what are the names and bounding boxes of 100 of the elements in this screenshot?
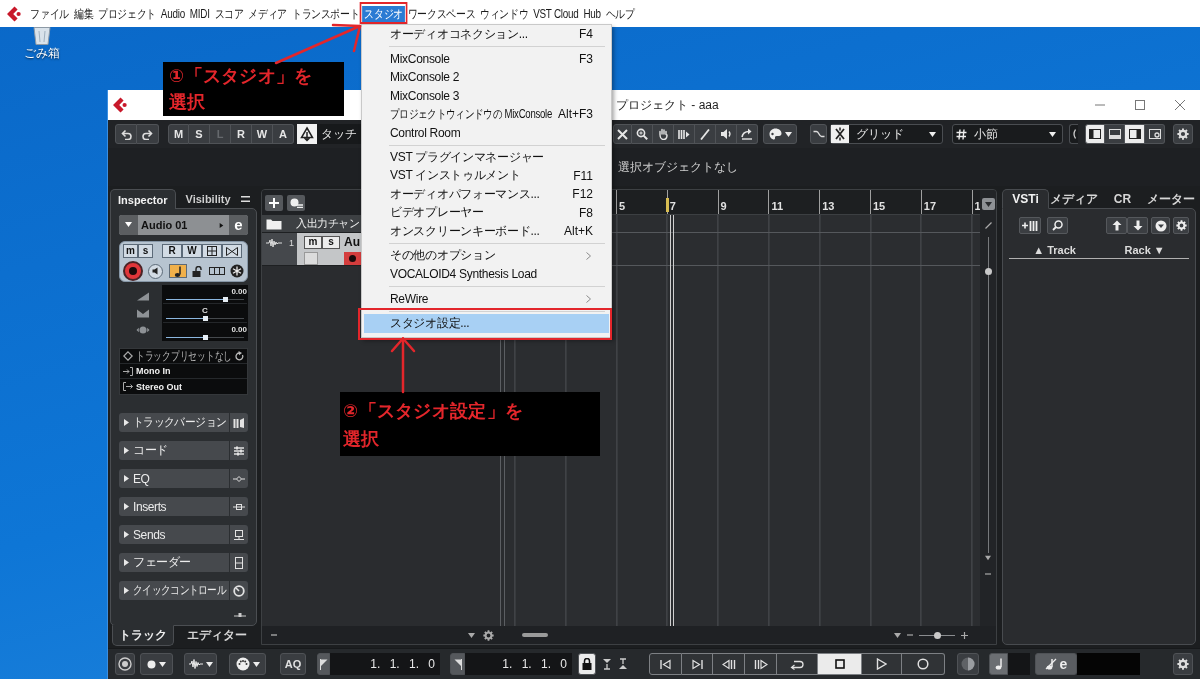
comp-tool-button[interactable]	[674, 124, 695, 144]
panel-tab[interactable]: Inspector	[110, 189, 176, 209]
menu-option[interactable]: VOCALOID4 Synthesis Load	[364, 265, 609, 284]
draw-tool-button[interactable]	[695, 124, 716, 144]
menu-option[interactable]: MixConsole 3	[364, 86, 609, 105]
tempo-field[interactable]	[1008, 653, 1030, 675]
menu-item[interactable]: ウィンドウ	[477, 5, 531, 22]
color-tool-dropdown[interactable]	[763, 124, 797, 144]
menu-option[interactable]: その他のオプション	[364, 246, 609, 265]
menu-icon[interactable]	[241, 196, 250, 202]
lower-zone-button[interactable]	[1105, 124, 1125, 144]
mute-tool-button[interactable]	[613, 124, 632, 144]
pan-slider[interactable]	[166, 316, 244, 321]
snap-type-dropdown[interactable]: グリッド	[830, 124, 943, 144]
mute-button[interactable]: m	[304, 235, 322, 249]
right-zone-button[interactable]	[1125, 124, 1145, 144]
menu-option[interactable]: Control Room	[364, 123, 609, 142]
audio-mode-dropdown[interactable]	[184, 653, 217, 675]
section-header[interactable]: クイックコントロール	[119, 581, 248, 600]
menu-option[interactable]: ビデオプレーヤー F8	[364, 203, 609, 222]
up-triangle-stem-icon[interactable]	[618, 658, 628, 670]
move-up-button[interactable]	[1106, 217, 1127, 234]
menu-option[interactable]: MixConsole F3	[364, 49, 609, 68]
zoom-presets-button[interactable]	[981, 198, 995, 210]
add-track-button[interactable]	[265, 194, 283, 211]
toggle-button[interactable]: W	[252, 124, 273, 144]
toggle-button[interactable]: R	[231, 124, 252, 144]
vertical-zoom-slider[interactable]	[983, 237, 993, 553]
tempo-button[interactable]	[989, 653, 1008, 675]
panel-tab[interactable]: メーター	[1146, 189, 1196, 209]
volume-slider[interactable]	[166, 297, 244, 302]
right-locator-button[interactable]	[450, 653, 465, 675]
section-header[interactable]: EQ	[119, 469, 248, 488]
solo-button[interactable]: s	[138, 244, 153, 258]
panel-tab[interactable]: VSTi	[1002, 189, 1049, 209]
write-button[interactable]: W	[182, 244, 202, 258]
folder-track[interactable]: 入出力チャン	[262, 215, 361, 233]
read-button[interactable]: R	[162, 244, 182, 258]
output-routing[interactable]: Stereo Out	[136, 381, 182, 392]
menu-item[interactable]: 編集	[71, 5, 96, 22]
menu-item[interactable]: プロジェクト	[95, 5, 159, 22]
menu-option[interactable]: プロジェクトウィンドウの MixConsole Alt+F3	[364, 105, 609, 124]
menu-option[interactable]: オーディオパフォーマンス... F12	[364, 185, 609, 204]
playhead-marker[interactable]	[666, 198, 669, 212]
plus-icon[interactable]	[961, 631, 968, 639]
menu-item[interactable]: ヘルプ	[603, 5, 638, 22]
next-marker-button[interactable]	[682, 653, 713, 675]
section-header[interactable]: コード	[119, 441, 248, 460]
hand-tool-button[interactable]	[653, 124, 674, 144]
redo-button[interactable]	[137, 124, 159, 144]
panel-tab[interactable]: CR	[1099, 189, 1146, 209]
right-locator-field[interactable]: 1. 1. 1. 0	[465, 653, 572, 675]
rewind-button[interactable]	[713, 653, 745, 675]
delay-slider[interactable]	[166, 335, 244, 340]
auto-quantize-button[interactable]: AQ	[280, 653, 306, 675]
reload-icon[interactable]	[235, 351, 244, 361]
track-presets-button[interactable]	[287, 194, 305, 211]
panel-tab[interactable]: Visibility	[177, 189, 239, 208]
sort-toggle[interactable]: Rack ▼	[1124, 243, 1165, 256]
play-tool-button[interactable]	[716, 124, 737, 144]
toggle-button[interactable]: M	[168, 124, 189, 144]
snap-toggle-button[interactable]	[810, 124, 827, 144]
glue-tool-button[interactable]	[737, 124, 758, 144]
record-mode-dropdown[interactable]	[140, 653, 173, 675]
menu-option[interactable]: ReWire	[364, 289, 609, 308]
menu-option[interactable]: VST インストゥルメント F11	[364, 166, 609, 185]
zoom-tool-button[interactable]	[632, 124, 653, 144]
recycle-bin-icon[interactable]	[31, 27, 53, 45]
record-button[interactable]	[902, 653, 945, 675]
scrollbar-thumb[interactable]	[522, 633, 548, 637]
panel-tab[interactable]: メディア	[1049, 189, 1099, 209]
menu-option[interactable]: VST プラグインマネージャー	[364, 148, 609, 167]
slider-thumb[interactable]	[984, 268, 992, 276]
segments-icon[interactable]	[208, 267, 225, 275]
undo-button[interactable]	[115, 124, 137, 144]
solo-button[interactable]: s	[322, 235, 340, 249]
left-locator-field[interactable]: 1. 1. 1. 0	[330, 653, 440, 675]
automation-mode-dropdown[interactable]: タッチ	[297, 124, 361, 144]
grid-type-dropdown[interactable]: 小節	[952, 124, 1063, 144]
slider-thumb[interactable]	[222, 297, 228, 302]
move-down-button[interactable]	[1127, 217, 1148, 234]
section-header[interactable]: トラックバージョン	[119, 413, 248, 432]
desktop-icon-label[interactable]: ごみ箱	[24, 46, 60, 60]
collapse-button[interactable]	[119, 215, 138, 235]
track-preset-label[interactable]: トラックプリセットなし	[136, 349, 232, 363]
menu-item[interactable]: ワークスペース	[405, 5, 478, 22]
search-button[interactable]	[1047, 217, 1068, 234]
menu-option[interactable]: オンスクリーンキーボード... Alt+K	[364, 222, 609, 241]
record-enable-button[interactable]	[123, 261, 143, 281]
input-routing[interactable]: Mono In	[136, 366, 171, 376]
menu-item[interactable]: スコア	[212, 5, 246, 22]
section-header[interactable]: Inserts	[119, 497, 248, 516]
cut-off-dropdown[interactable]	[1069, 124, 1078, 144]
mini-fader-icon[interactable]	[234, 611, 246, 619]
tempo-track-button[interactable]: e	[1035, 653, 1077, 675]
menu-item[interactable]: Hub	[581, 5, 604, 22]
panel-tab[interactable]: トラック	[112, 625, 174, 646]
cycle-button[interactable]	[777, 653, 818, 675]
edit-button[interactable]: e	[229, 215, 248, 235]
section-header[interactable]: Sends	[119, 525, 248, 544]
